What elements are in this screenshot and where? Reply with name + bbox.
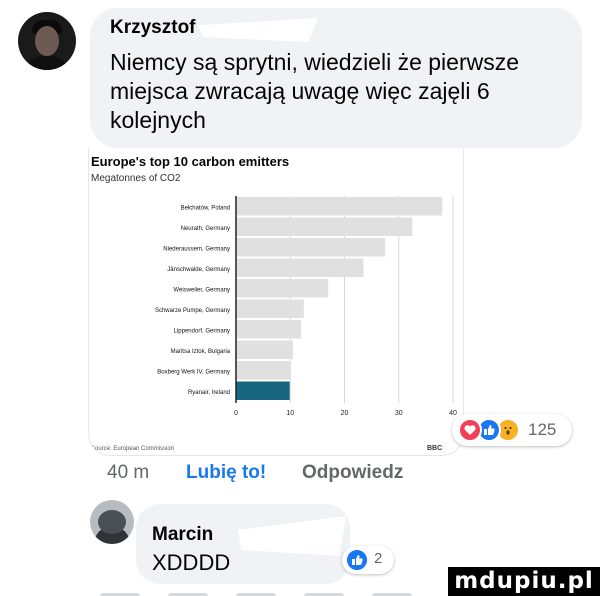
reply-author[interactable]: Marcin: [152, 524, 213, 546]
category-label: Weisweiler, Germany: [173, 287, 230, 293]
commenter-avatar[interactable]: [18, 12, 76, 70]
name-redaction: [238, 516, 346, 556]
broadcaster-logo: BBC: [427, 445, 443, 452]
heart-icon: [458, 418, 482, 442]
bar-chart: 0 10 20 30 40 Bełchatów, Poland Neurath, Germa…: [155, 196, 457, 417]
chart-image[interactable]: Europe's top 10 carbon emitters Megatonn…: [88, 148, 464, 456]
reply-avatar[interactable]: [90, 500, 134, 544]
x-tick-label: 10: [286, 410, 294, 417]
chart-source: Source: European Commission: [91, 446, 175, 452]
comment-bubble: Krzysztof Niemcy są sprytni, wiedzieli ż…: [90, 8, 582, 148]
like-icon: [345, 548, 369, 572]
category-label: Ryanair, Ireland: [188, 390, 230, 396]
bar: [236, 258, 364, 277]
category-label: Jänschwalde, Germany: [167, 267, 230, 273]
bar: [236, 320, 302, 339]
x-tick-label: 30: [395, 410, 403, 417]
bar: [236, 217, 413, 236]
comment-author[interactable]: Krzysztof: [110, 17, 196, 39]
reply-button[interactable]: Odpowiedz: [302, 462, 403, 484]
comment-text: Niemcy są sprytni, wiedzieli że pierwsze…: [110, 49, 520, 133]
reply-text: XDDDD: [152, 550, 231, 575]
bar: [236, 361, 291, 380]
x-tick-label: 40: [449, 410, 457, 417]
bar: [236, 299, 304, 318]
bar: [236, 340, 293, 359]
like-button[interactable]: Lubię to!: [186, 462, 266, 484]
category-label: Lippendorf, Germany: [174, 328, 230, 334]
reactions-summary[interactable]: 125: [452, 414, 572, 446]
bar: [236, 197, 443, 216]
cropped-action-row: [100, 588, 480, 596]
category-label: Boxberg Werk IV, Germany: [157, 369, 230, 375]
reply-bubble: Marcin XDDDD: [136, 504, 350, 584]
bar: [236, 238, 386, 257]
comment-timestamp[interactable]: 40 m: [107, 462, 149, 484]
bar: [236, 381, 290, 400]
category-label: Niederaussem, Germany: [163, 246, 230, 252]
name-redaction: [198, 18, 318, 42]
reply-reactions-summary[interactable]: 2: [342, 546, 394, 574]
category-label: Neurath, Germany: [181, 226, 230, 232]
bar: [236, 279, 329, 298]
category-label: Maritsa Iztok, Bulgaria: [171, 349, 231, 355]
category-label: Schwarze Pumpe, Germany: [155, 308, 230, 314]
reaction-count: 125: [528, 420, 557, 439]
x-tick-label: 20: [341, 410, 349, 417]
watermark: mdupiu.pl: [448, 567, 600, 596]
x-tick-label: 0: [234, 410, 238, 417]
reply-reaction-count: 2: [374, 550, 383, 567]
category-label: Bełchatów, Poland: [181, 205, 230, 211]
